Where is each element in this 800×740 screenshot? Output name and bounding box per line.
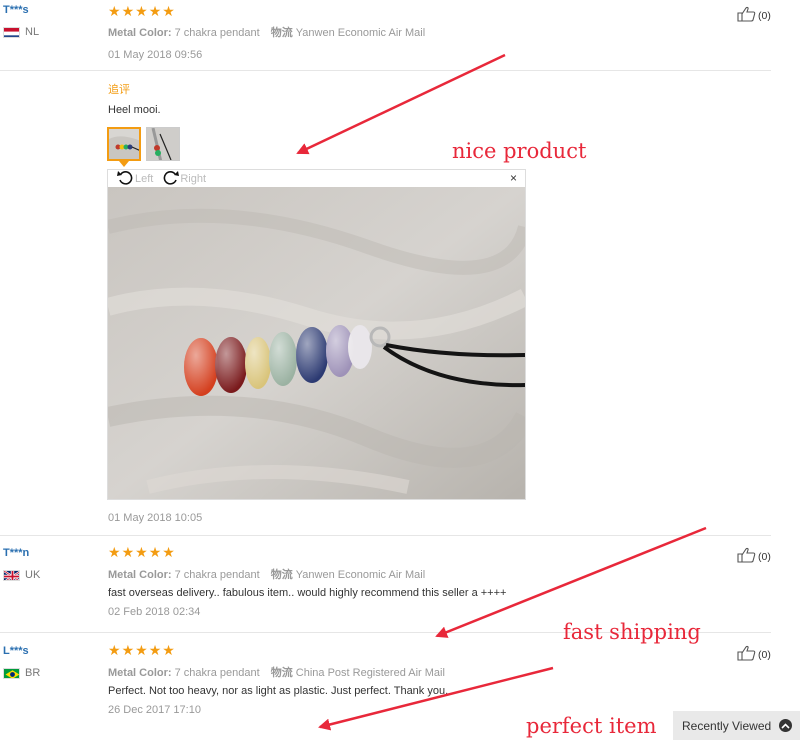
recently-viewed-label: Recently Viewed — [682, 718, 772, 733]
annotation-text: nice product — [452, 139, 587, 163]
annotation-text: fast shipping — [563, 620, 701, 644]
annotation-text: perfect item — [526, 714, 657, 738]
recently-viewed-tab[interactable]: Recently Viewed — [673, 711, 800, 740]
annotation-arrow-3 — [318, 666, 554, 731]
chevron-up-icon[interactable] — [779, 719, 793, 732]
